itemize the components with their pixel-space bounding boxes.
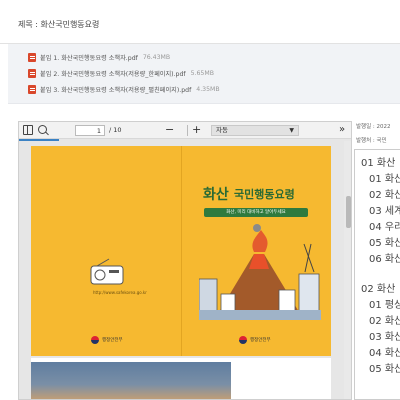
toc-item[interactable]: 04 화산 xyxy=(369,344,400,359)
toc-chapter[interactable]: 02 화산 xyxy=(361,280,395,295)
toc-item[interactable]: 01 평상 xyxy=(369,296,400,311)
toc-item[interactable]: 05 화산 xyxy=(369,234,400,249)
toc-item[interactable]: 05 화산 xyxy=(369,360,400,375)
eruption-photo xyxy=(31,362,231,399)
toc-item[interactable]: 03 세계 xyxy=(369,202,400,217)
publisher: 발행처 : 국민 xyxy=(356,138,387,144)
sidebar-toggle-icon[interactable] xyxy=(23,125,33,135)
page-title: 제목 : 화산국민행동요령 xyxy=(18,20,100,29)
back-cover-url: http://www.safekorea.go.kr xyxy=(93,290,147,295)
cover-subtitle: 화산, 미리 대비하고 알아두세요 xyxy=(204,208,308,217)
radio-illustration xyxy=(90,258,124,285)
attachment-item[interactable]: 붙임 3. 화산국민행동요령 소책자(저용량_펼친페이지).pdf 4.35MB xyxy=(28,83,220,95)
taegeuk-icon xyxy=(239,336,247,344)
scrollbar-thumb[interactable] xyxy=(346,196,351,228)
cover-spine xyxy=(181,146,182,356)
attachment-size: 4.35MB xyxy=(196,85,220,93)
toolbar-divider xyxy=(187,125,188,136)
zoom-in-button[interactable]: + xyxy=(192,122,201,138)
toc-item[interactable]: 01 화산 xyxy=(369,170,400,185)
toc-item[interactable]: 03 화산 xyxy=(369,328,400,343)
title-bar: 제목 : 화산국민행동요령 xyxy=(0,0,400,44)
attachment-name[interactable]: 붙임 2. 화산국민행동요령 소책자(저용량_한페이지).pdf xyxy=(40,69,186,78)
pdf-viewer: / 10 − + 자동 ▼ » http://www.safekorea.go.… xyxy=(18,121,352,400)
toc-item[interactable]: 02 화산 xyxy=(369,312,400,327)
attachment-name[interactable]: 붙임 1. 화산국민행동요령 소책자.pdf xyxy=(40,53,138,62)
cover-title-rest: 국민행동요령 xyxy=(234,188,295,201)
attachment-list: 붙임 1. 화산국민행동요령 소책자.pdf 76.43MB 붙임 2. 화산국… xyxy=(8,44,400,104)
zoom-select[interactable]: 자동 ▼ xyxy=(211,125,299,136)
viewer-toolbar: / 10 − + 자동 ▼ » xyxy=(19,122,351,139)
table-of-contents: 01 화산 01 화산 02 화산 03 세계 04 우리 05 화산 06 화… xyxy=(354,149,400,400)
zoom-out-button[interactable]: − xyxy=(165,122,174,138)
more-tools-button[interactable]: » xyxy=(339,122,345,138)
attachment-item[interactable]: 붙임 1. 화산국민행동요령 소책자.pdf 76.43MB xyxy=(28,51,170,63)
ministry-logo: 행정안전부 xyxy=(91,336,123,344)
ministry-logo: 행정안전부 xyxy=(239,336,271,344)
attachment-size: 5.65MB xyxy=(190,69,214,77)
load-progress-bar xyxy=(19,139,59,141)
toc-item[interactable]: 04 우리 xyxy=(369,218,400,233)
taegeuk-icon xyxy=(91,336,99,344)
pdf-file-icon xyxy=(28,52,36,62)
toc-chapter[interactable]: 01 화산 xyxy=(361,154,395,169)
zoom-select-value: 자동 xyxy=(216,126,228,134)
attachment-item[interactable]: 붙임 2. 화산국민행동요령 소책자(저용량_한페이지).pdf 5.65MB xyxy=(28,67,214,79)
cover-title-main: 화산 xyxy=(203,187,229,203)
booklet-cover: http://www.safekorea.go.kr 행정안전부 화산 국민행동… xyxy=(31,146,331,356)
search-icon[interactable] xyxy=(38,125,47,134)
toc-item[interactable]: 02 화산 xyxy=(369,186,400,201)
document-info-panel: 발행일 : 2022 발행처 : 국민 01 화산 01 화산 02 화산 03… xyxy=(354,118,400,400)
attachment-size: 76.43MB xyxy=(142,53,171,61)
page-number-input[interactable] xyxy=(75,125,105,136)
booklet-page-2 xyxy=(31,358,331,399)
pdf-file-icon xyxy=(28,68,36,78)
toc-item[interactable]: 06 화산 xyxy=(369,250,400,265)
viewer-scrollbar[interactable] xyxy=(344,141,351,399)
chevron-down-icon: ▼ xyxy=(289,127,294,134)
page-total: / 10 xyxy=(109,126,122,134)
pdf-file-icon xyxy=(28,84,36,94)
volcano-city-illustration xyxy=(199,224,321,320)
publish-date: 발행일 : 2022 xyxy=(356,124,391,130)
attachment-name[interactable]: 붙임 3. 화산국민행동요령 소책자(저용량_펼친페이지).pdf xyxy=(40,85,191,94)
